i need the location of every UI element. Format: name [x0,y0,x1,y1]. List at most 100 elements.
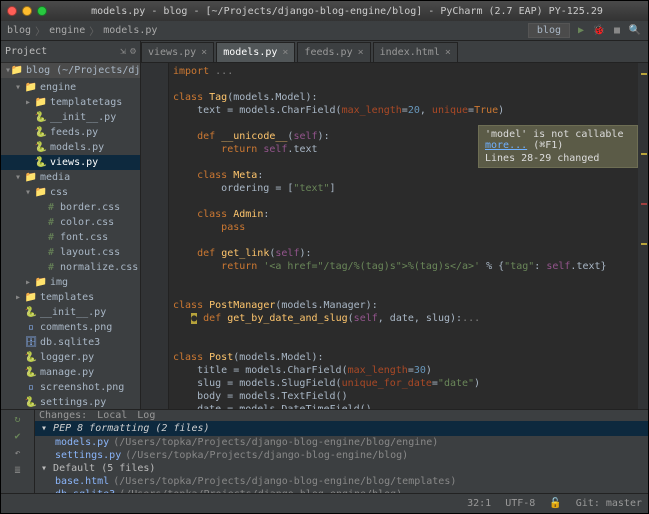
zoom-window-icon[interactable] [37,6,47,16]
py-icon: 🐍 [35,158,47,168]
tree-node[interactable]: 🐍views.py [1,155,140,170]
breadcrumb-item[interactable]: blog [7,25,31,36]
tree-label: __init__.py [40,307,106,318]
editor-gutter[interactable] [141,63,169,409]
changes-tab[interactable]: Changes: [39,410,87,421]
error-stripe[interactable] [638,63,648,409]
tree-node[interactable]: #font.css [1,230,140,245]
changelist-header[interactable]: ▾ PEP 8 formatting (2 files) [35,421,648,436]
caret-position[interactable]: 32:1 [467,498,491,509]
tree-node[interactable]: #normalize.css [1,260,140,275]
tree-node[interactable]: #layout.css [1,245,140,260]
editor-tab[interactable]: views.py × [141,42,214,62]
run-config-selector[interactable]: blog [528,23,570,38]
tree-node[interactable]: #color.css [1,215,140,230]
tree-label: models.py [50,142,104,153]
tree-label: manage.py [40,367,94,378]
tree-node[interactable]: 🗄db.sqlite3 [1,335,140,350]
encoding[interactable]: UTF-8 [505,498,535,509]
search-icon[interactable]: 🔍 [628,24,642,38]
tree-node[interactable]: 🐍models.py [1,140,140,155]
log-tab[interactable]: Log [137,410,155,421]
breadcrumb-bar: blog〉 engine〉 models.py blog ▶ 🐞 ■ 🔍 [1,21,648,41]
dir-icon: 📁 [25,173,37,183]
project-tool-label[interactable]: Project [5,46,47,57]
tree-label: layout.css [60,247,120,258]
revert-icon[interactable]: ↶ [14,448,20,459]
tree-node[interactable]: 🐍logger.py [1,350,140,365]
tree-node[interactable]: ▾📁media [1,170,140,185]
tree-label: font.css [60,232,108,243]
tree-node[interactable]: ▫screenshot.png [1,380,140,395]
more-link[interactable]: more... [485,140,527,151]
titlebar: models.py - blog - [~/Projects/django-bl… [1,1,648,21]
changed-file[interactable]: models.py(/Users/topka/Projects/django-b… [35,436,648,449]
py-icon: 🐍 [35,128,47,138]
project-root[interactable]: ▾📁blog (~/Projects/django-blog [1,63,140,78]
tree-node[interactable]: ▾📁engine [1,80,140,95]
dir-icon: 📁 [35,98,47,108]
db-icon: 🗄 [25,338,37,348]
tree-node[interactable]: 🐍settings.py [1,395,140,409]
close-window-icon[interactable] [7,6,17,16]
css-icon: # [45,218,57,228]
tree-node[interactable]: #border.css [1,200,140,215]
window-title: models.py - blog - [~/Projects/django-bl… [52,6,642,17]
run-button[interactable]: ▶ [574,24,588,38]
py-icon: 🐍 [35,113,47,123]
commit-icon[interactable]: ✔ [14,431,20,442]
tree-label: db.sqlite3 [40,337,100,348]
lock-icon[interactable]: 🔓 [549,498,561,509]
tree-label: views.py [50,157,98,168]
editor-tab[interactable]: models.py × [216,42,295,62]
tree-label: color.css [60,217,114,228]
tree-label: engine [40,82,76,93]
tree-node[interactable]: 🐍manage.py [1,365,140,380]
close-tab-icon[interactable]: × [358,47,364,58]
tab-label: models.py [223,47,277,58]
tree-node[interactable]: 🐍__init__.py [1,110,140,125]
changed-file[interactable]: settings.py(/Users/topka/Projects/django… [35,449,648,462]
py-icon: 🐍 [25,353,37,363]
local-tab[interactable]: Local [97,410,127,421]
close-tab-icon[interactable]: × [201,47,207,58]
breadcrumb-item[interactable]: engine [49,25,85,36]
tree-node[interactable]: 🐍feeds.py [1,125,140,140]
gear-icon[interactable]: ⚙ [130,46,136,57]
close-tab-icon[interactable]: × [282,47,288,58]
tree-node[interactable]: ▸📁img [1,275,140,290]
debug-button[interactable]: 🐞 [592,24,606,38]
py-icon: 🐍 [25,398,37,408]
tree-label: img [50,277,68,288]
stop-button[interactable]: ■ [610,24,624,38]
status-bar: 32:1 UTF-8 🔓 Git: master [1,493,648,513]
changes-panel: ↻ ✔ ↶ ≣ Changes: Local Log ▾ PEP 8 forma… [1,409,648,493]
tree-node[interactable]: ▾📁css [1,185,140,200]
collapse-icon[interactable]: ⇲ [120,46,126,57]
css-icon: # [45,233,57,243]
git-branch[interactable]: Git: master [576,498,642,509]
tree-label: feeds.py [50,127,98,138]
minimize-window-icon[interactable] [22,6,32,16]
editor-tab[interactable]: index.html× [373,42,458,62]
file-icon: ▫ [25,383,37,393]
diff-icon[interactable]: ≣ [14,465,20,476]
tree-node[interactable]: ▫comments.png [1,320,140,335]
code-editor[interactable]: import ... class Tag(models.Model): text… [169,63,638,409]
refresh-icon[interactable]: ↻ [14,414,20,425]
close-tab-icon[interactable]: × [445,47,451,58]
editor-tab[interactable]: feeds.py× [297,42,370,62]
inspection-popover[interactable]: 'model' is not callable more... (⌘F1) Li… [478,125,638,168]
breadcrumb-item[interactable]: models.py [103,25,157,36]
css-icon: # [45,203,57,213]
tree-label: __init__.py [50,112,116,123]
tree-node[interactable]: 🐍__init__.py [1,305,140,320]
editor-tabs: views.py×models.py×feeds.py×index.html× [141,41,648,63]
file-icon: ▫ [25,323,37,333]
py-icon: 🐍 [35,143,47,153]
changelist-group[interactable]: ▾ Default (5 files) [35,462,648,475]
tree-node[interactable]: ▸📁templatetags [1,95,140,110]
tab-label: views.py [148,47,196,58]
changed-file[interactable]: base.html(/Users/topka/Projects/django-b… [35,475,648,488]
tree-node[interactable]: ▸📁templates [1,290,140,305]
